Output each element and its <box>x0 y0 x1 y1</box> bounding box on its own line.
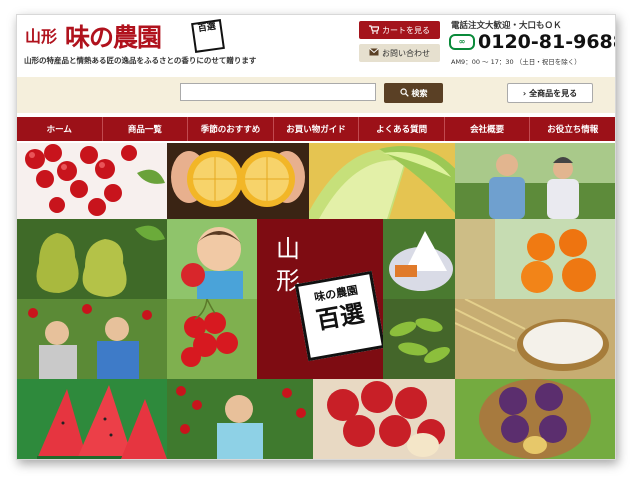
brand-seal-icon: 味の農園 百選 <box>294 270 386 362</box>
search-icon <box>399 87 409 99</box>
contact-button[interactable]: お問い合わせ <box>359 44 440 62</box>
rice-photo[interactable] <box>455 299 615 379</box>
farmers-couple-photo[interactable] <box>455 143 615 219</box>
melon-photo[interactable] <box>309 143 455 219</box>
edamame-photo[interactable] <box>383 299 455 379</box>
nav-item-faq[interactable]: よくある質問 <box>359 117 445 141</box>
cart-button[interactable]: カートを見る <box>359 21 440 39</box>
search-input[interactable] <box>180 83 376 101</box>
nav-item-products[interactable]: 商品一覧 <box>103 117 189 141</box>
apple-farmers-photo[interactable] <box>17 299 167 379</box>
plums-photo[interactable] <box>455 379 615 459</box>
citrus-in-hands-photo[interactable] <box>167 143 309 219</box>
cherries-photo[interactable] <box>17 143 167 219</box>
nav-item-company[interactable]: 会社概要 <box>445 117 531 141</box>
phone-number-text: 0120-81-9688 <box>478 31 616 53</box>
nav-item-useful-info[interactable]: お役立ち情報 <box>530 117 615 141</box>
nav-item-home[interactable]: ホーム <box>17 117 103 141</box>
logo-seal-icon: 百選 <box>191 19 225 53</box>
cart-button-label: カートを見る <box>382 25 430 35</box>
nav-item-shopping-guide[interactable]: お買い物ガイド <box>274 117 360 141</box>
brand-center-panel: 山形 味の農園 百選 <box>257 219 386 379</box>
pears-photo[interactable] <box>17 219 167 299</box>
nav-item-seasonal[interactable]: 季節のおすすめ <box>188 117 274 141</box>
search-button[interactable]: 検索 <box>384 83 443 103</box>
page-frame: 山形 味の農園 百選 山形の特産品と情熱ある匠の逸品をふるさとの香りにのせて贈り… <box>16 14 616 460</box>
phone-number[interactable]: ∞ 0120-81-9688 <box>449 31 616 53</box>
logo-prefix: 山形 <box>25 27 58 46</box>
site-header: 山形 味の農園 百選 山形の特産品と情熱ある匠の逸品をふるさとの香りにのせて贈り… <box>17 15 615 81</box>
hero-photo-mosaic: 山形 味の農園 百選 <box>17 143 615 459</box>
business-hours: AM9：00 ～ 17：30 （土日・祝日を除く） <box>451 58 581 66</box>
apple-farmer-photo[interactable] <box>167 379 313 459</box>
mail-icon <box>369 48 379 58</box>
main-nav: ホーム 商品一覧 季節のおすすめ お買い物ガイド よくある質問 会社概要 お役立… <box>17 117 615 141</box>
site-logo[interactable]: 味の農園 <box>65 18 162 54</box>
search-button-label: 検索 <box>411 88 428 98</box>
persimmons-photo[interactable] <box>455 219 615 299</box>
onigiri-photo[interactable] <box>383 219 455 299</box>
child-with-apple-photo[interactable] <box>167 219 257 299</box>
watermelon-photo[interactable] <box>17 379 167 459</box>
cherry-bunch-photo[interactable] <box>167 299 257 379</box>
all-products-label: 全商品を見る <box>529 88 578 98</box>
phone-order-label: 電話注文大歓迎・大口もＯＫ <box>451 21 562 31</box>
tagline: 山形の特産品と情熱ある匠の逸品をふるさとの香りにのせて贈ります <box>24 56 257 65</box>
contact-button-label: お問い合わせ <box>382 48 430 58</box>
free-dial-icon: ∞ <box>449 34 475 50</box>
all-products-button[interactable]: › 全商品を見る <box>507 83 593 103</box>
cart-icon <box>369 24 380 36</box>
chevron-right-icon: › <box>522 88 527 98</box>
apples-photo[interactable] <box>313 379 455 459</box>
